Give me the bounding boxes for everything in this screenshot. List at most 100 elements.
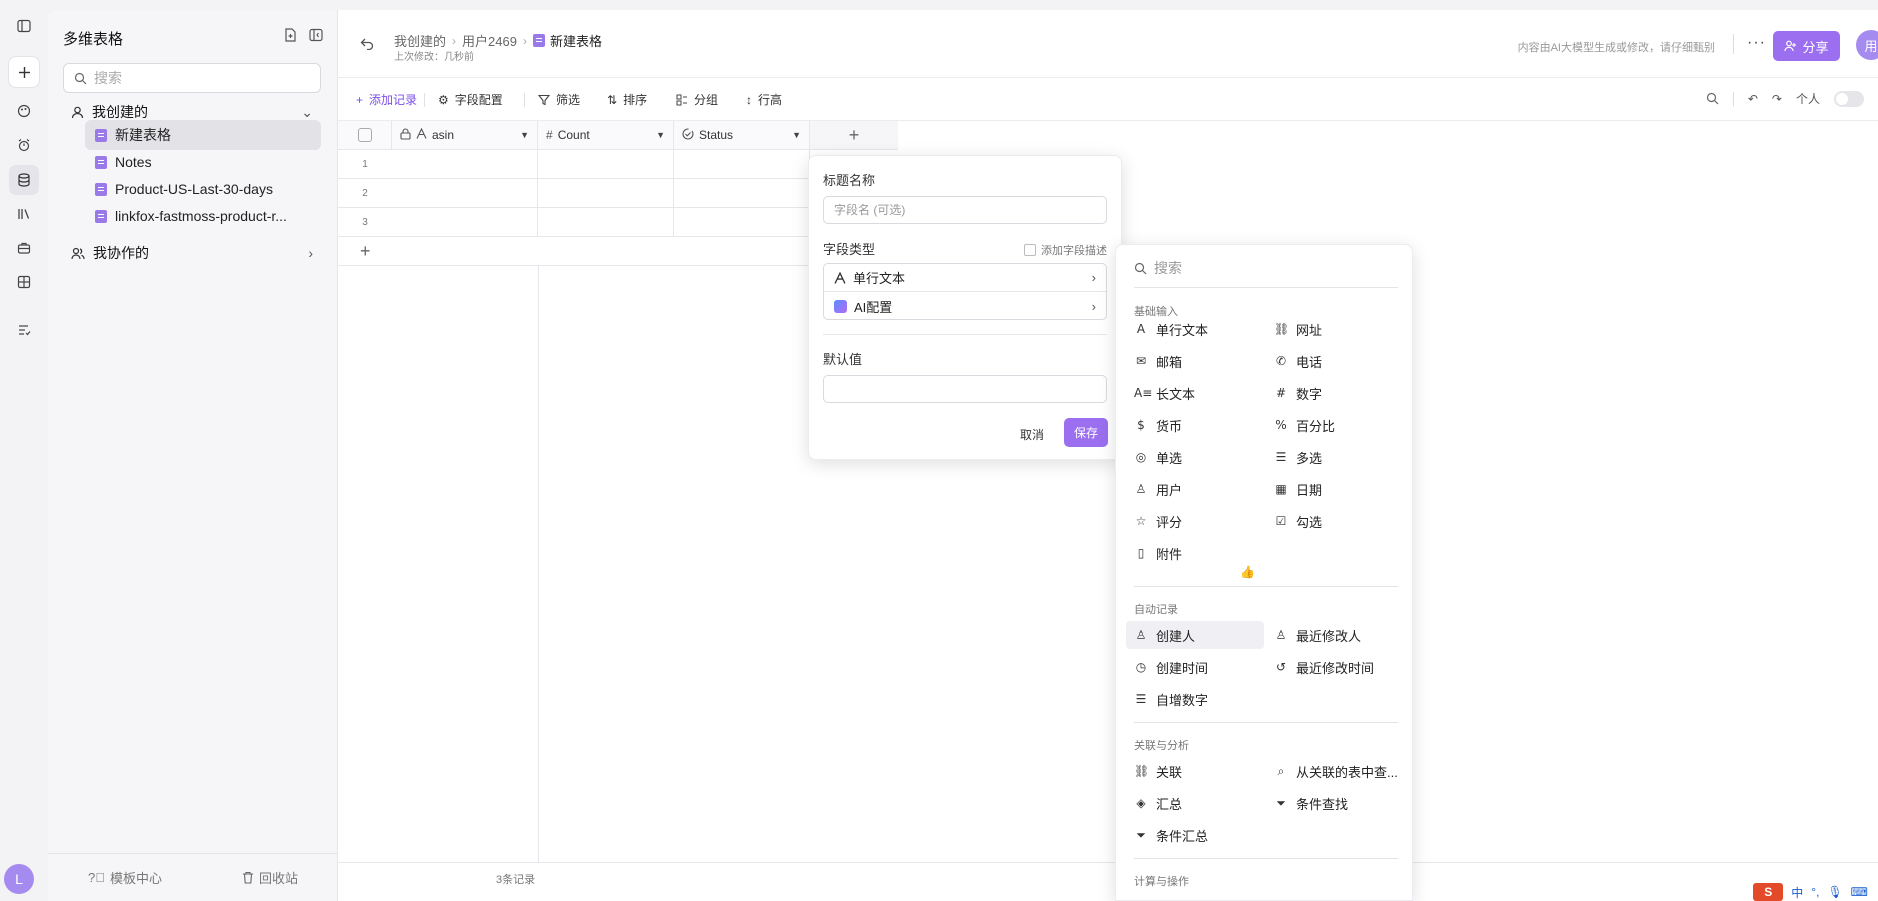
select-all-checkbox[interactable] <box>357 128 372 142</box>
alarm-icon[interactable] <box>9 130 39 160</box>
undo-icon[interactable]: ↶ <box>1748 92 1758 106</box>
table-cell[interactable] <box>674 179 810 208</box>
type-conditional-lookup[interactable]: ⏷ 条件查找 <box>1274 789 1348 817</box>
type-percent[interactable]: % 百分比 <box>1274 411 1335 439</box>
group-my-collab[interactable]: 我协作的 › <box>63 239 321 267</box>
mic-icon[interactable]: 🎙 <box>1827 885 1842 899</box>
user-avatar[interactable]: L <box>4 864 34 894</box>
type-conditional-rollup[interactable]: ⏷ 条件汇总 <box>1134 821 1208 849</box>
user-plus-icon: ♙ <box>1135 628 1147 642</box>
type-link[interactable]: ⛓ 关联 <box>1134 757 1182 785</box>
grid-apps-icon[interactable] <box>9 267 39 297</box>
table-cell[interactable] <box>538 208 674 237</box>
tasks-icon[interactable] <box>9 315 39 345</box>
group-label: 我协作的 <box>93 245 149 261</box>
field-type-select[interactable]: 单行文本 › <box>824 264 1108 292</box>
type-search[interactable] <box>1134 260 1354 276</box>
ime-lang[interactable]: 中 <box>1791 884 1803 901</box>
type-phone[interactable]: ✆ 电话 <box>1274 347 1322 375</box>
table-cell[interactable] <box>538 150 674 179</box>
type-user[interactable]: ♙ 用户 <box>1134 475 1182 503</box>
search-icon[interactable] <box>1706 92 1719 105</box>
database-icon[interactable] <box>9 165 39 195</box>
column-header-asin[interactable]: asin ▼ <box>392 121 538 150</box>
type-number[interactable]: # 数字 <box>1274 379 1322 407</box>
personal-toggle[interactable] <box>1834 90 1864 107</box>
column-header-count[interactable]: # Count ▼ <box>538 121 674 150</box>
type-last-modified-time[interactable]: ↺ 最近修改时间 <box>1274 653 1374 681</box>
type-single-select[interactable]: ◎ 单选 <box>1134 443 1182 471</box>
field-name-input[interactable] <box>823 196 1107 224</box>
title-label: 标题名称 <box>823 173 876 188</box>
type-created-time[interactable]: ◷ 创建时间 <box>1134 653 1208 681</box>
sidebar-search[interactable] <box>63 63 321 93</box>
type-lookup[interactable]: ⌕ 从关联的表中查... <box>1274 757 1398 785</box>
new-doc-icon[interactable] <box>284 28 297 45</box>
crumb-current: 新建表格 <box>532 31 602 50</box>
column-menu-icon[interactable]: ▼ <box>656 130 665 140</box>
type-attachment[interactable]: ▯ 附件 <box>1134 539 1182 567</box>
table-cell[interactable] <box>674 150 810 179</box>
add-description-toggle[interactable]: 添加字段描述 <box>1024 242 1107 258</box>
type-checkbox[interactable]: ☑ 勾选 <box>1274 507 1322 535</box>
table-cell[interactable] <box>674 208 810 237</box>
table-cell[interactable] <box>392 150 538 179</box>
sidebar-item-new-table[interactable]: 新建表格 <box>85 120 321 150</box>
cancel-button[interactable]: 取消 <box>1020 426 1044 443</box>
column-menu-icon[interactable]: ▼ <box>520 130 529 140</box>
table-cell[interactable] <box>538 179 674 208</box>
group-button[interactable]: 分组 <box>676 91 718 108</box>
header-user-avatar[interactable]: 用 <box>1856 30 1878 60</box>
type-email[interactable]: ✉ 邮箱 <box>1134 347 1182 375</box>
type-label: 自增数字 <box>1156 692 1209 708</box>
sort-button[interactable]: ⇅ 排序 <box>607 91 647 108</box>
type-date[interactable]: ▦ 日期 <box>1274 475 1322 503</box>
trash-link[interactable]: 回收站 <box>242 868 298 887</box>
ai-config-option[interactable]: AI配置 › <box>824 292 1108 320</box>
more-icon[interactable]: ··· <box>1747 34 1766 52</box>
new-plus-button[interactable] <box>9 57 39 87</box>
table-cell[interactable] <box>392 208 538 237</box>
type-creator[interactable]: ♙ 创建人 <box>1126 621 1264 649</box>
sidebar-item-notes[interactable]: Notes <box>85 147 321 177</box>
sidebar-item-product-us[interactable]: Product-US-Last-30-days <box>85 174 321 204</box>
type-long-text[interactable]: A≡ 长文本 <box>1134 379 1195 407</box>
field-config-button[interactable]: ⚙ 字段配置 <box>438 91 503 108</box>
column-header-status[interactable]: Status ▼ <box>674 121 810 150</box>
filter-button[interactable]: 筛选 <box>538 91 580 108</box>
share-button[interactable]: 分享 <box>1773 31 1840 61</box>
save-button[interactable]: 保存 <box>1064 418 1108 447</box>
templates-link[interactable]: ?⃝ 模板中心 <box>88 868 162 887</box>
type-single-text[interactable]: A 单行文本 <box>1134 315 1208 343</box>
type-auto-number[interactable]: ☰ 自增数字 <box>1134 685 1208 713</box>
type-search-input[interactable] <box>1154 260 1354 276</box>
calendar-icon: ▦ <box>1275 482 1287 496</box>
library-icon[interactable] <box>9 199 39 229</box>
punct-icon[interactable]: °, <box>1811 885 1819 899</box>
add-description-checkbox[interactable] <box>1024 244 1036 256</box>
sidebar-item-linkfox[interactable]: linkfox-fastmoss-product-r... <box>85 201 321 231</box>
collapse-sidebar-icon[interactable] <box>309 28 323 45</box>
table-cell[interactable] <box>392 179 538 208</box>
type-last-modifier[interactable]: ♙ 最近修改人 <box>1274 621 1361 649</box>
add-record-button[interactable]: + 添加记录 <box>356 91 417 108</box>
keyboard-icon[interactable]: ⌨ <box>1851 885 1868 899</box>
filter-icon: ⏷ <box>1136 827 1146 842</box>
back-icon[interactable] <box>360 38 374 53</box>
type-multi-select[interactable]: ☰ 多选 <box>1274 443 1322 471</box>
palette-icon[interactable] <box>9 96 39 126</box>
field-type-box: 单行文本 › AI配置 › <box>823 263 1108 320</box>
row-height-button[interactable]: ↕ 行高 <box>746 91 782 108</box>
sidebar-search-input[interactable] <box>94 70 294 86</box>
add-column-button[interactable]: + <box>810 121 898 150</box>
column-menu-icon[interactable]: ▼ <box>792 130 801 140</box>
type-label: 最近修改人 <box>1296 628 1362 644</box>
type-currency[interactable]: $ 货币 <box>1134 411 1182 439</box>
type-rating[interactable]: ☆ 评分 <box>1134 507 1182 535</box>
type-rollup[interactable]: ◈ 汇总 <box>1134 789 1182 817</box>
sidebar-toggle-icon[interactable] <box>9 11 39 41</box>
briefcase-icon[interactable] <box>9 233 39 263</box>
redo-icon[interactable]: ↷ <box>1772 92 1782 106</box>
type-url[interactable]: ⛓ 网址 <box>1274 315 1322 343</box>
default-value-input[interactable] <box>823 375 1107 403</box>
